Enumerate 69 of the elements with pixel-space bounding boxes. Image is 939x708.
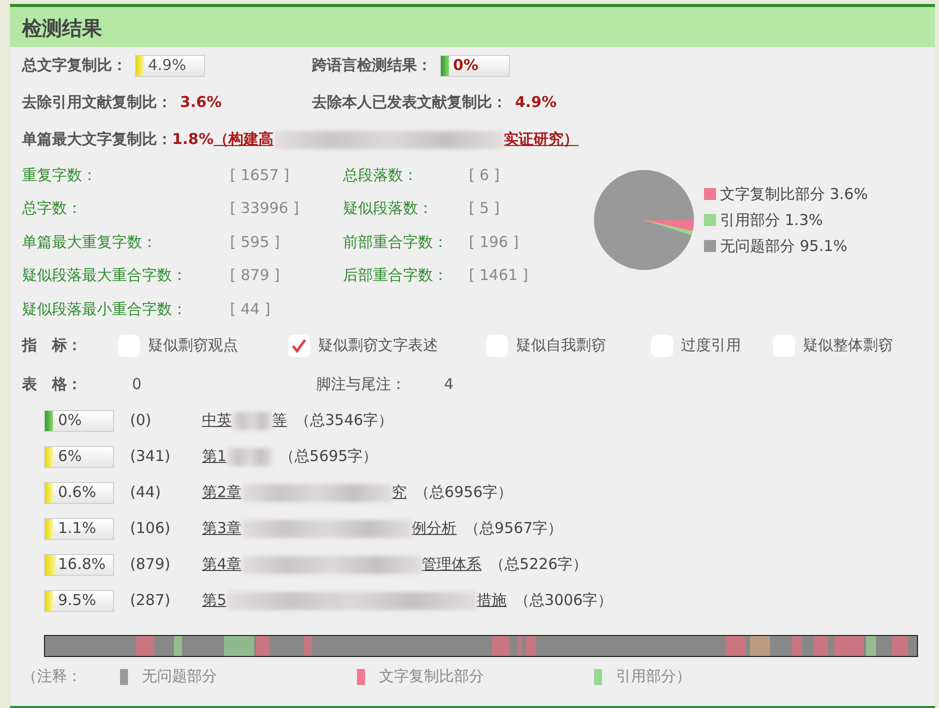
legend-label: 引用部分 1.3% (720, 210, 823, 231)
paragraph-count: (0) (130, 410, 152, 432)
legend-label: 文字复制比部分 (379, 666, 485, 688)
stat-value: [ 5 ] (468, 198, 500, 219)
progress-bar: 0.6% (44, 482, 114, 504)
section-total: （总3546字） (295, 410, 394, 432)
stat-value: [ 44 ] (230, 298, 270, 320)
progress-bar: 4.9% (135, 54, 205, 76)
paragraph-count: (879) (130, 554, 172, 576)
stat-value: [ 1461 ] (468, 265, 528, 286)
progress-bar: 6% (44, 446, 114, 468)
field-label: 去除本人已发表文献复制比： (312, 92, 507, 114)
field-label: 去除引用文献复制比： (22, 92, 172, 114)
field-label: 表 格： (22, 374, 83, 395)
checkbox-label: 疑似整体剽窃 (803, 335, 893, 356)
checkbox-label: 疑似剽窃文字表述 (318, 335, 438, 356)
checkbox-label: 疑似自我剽窃 (516, 335, 606, 356)
field-value: 4 (444, 374, 454, 395)
checkbox-label: 过度引用 (681, 335, 741, 356)
field-label: 跨语言检测结果： (312, 55, 432, 76)
legend-swatch (704, 188, 716, 200)
section-total: （总5695字） (280, 446, 378, 468)
legend-swatch (704, 214, 716, 226)
stat-label: 总段落数： (342, 164, 419, 186)
legend-label: 引用部分） (616, 666, 691, 688)
field-label: 指 标： (22, 335, 83, 356)
stat-label: 重复字数： (22, 164, 98, 186)
stat-label: 单篇最大重复字数： (22, 232, 158, 252)
section-total: （总5226字） (490, 554, 588, 576)
stat-label: 总字数： (22, 198, 83, 219)
progress-bar: 0% (44, 410, 114, 432)
stat-label: 后部重合字数： (342, 265, 449, 286)
stat-label: 疑似段落最大重合字数： (22, 265, 188, 286)
stat-value: [ 196 ] (468, 232, 519, 252)
panel-title: 检测结果 (10, 7, 935, 47)
paragraph-count: (44) (130, 482, 162, 504)
stat-label: 前部重合字数： (342, 232, 449, 252)
progress-bar: 9.5% (44, 590, 114, 612)
stat-label: 疑似段落数： (342, 198, 434, 219)
stat-label: 疑似段落最小重合字数： (22, 298, 188, 320)
progress-bar: 16.8% (44, 554, 114, 576)
paragraph-count: (106) (130, 518, 172, 540)
field-value: 0 (132, 374, 143, 395)
legend-label: 无问题部分 95.1% (720, 236, 848, 257)
paragraph-count: (341) (130, 446, 172, 468)
legend-label: 文字复制比部分 3.6% (720, 184, 868, 205)
field-label: 单篇最大文字复制比： (22, 129, 172, 150)
percent-value: 4.9% (515, 92, 557, 114)
field-label: 总文字复制比： (22, 55, 127, 76)
paragraph-count: (287) (130, 590, 172, 612)
field-label: 脚注与尾注： (316, 374, 407, 395)
checkbox[interactable] (288, 334, 310, 356)
legend-swatch (704, 240, 716, 252)
checkbox-label: 疑似剽窃观点 (148, 335, 238, 356)
section-total: （总9567字） (464, 518, 563, 540)
legend-label: 无问题部分 (142, 666, 218, 688)
stat-value: [ 6 ] (468, 164, 500, 186)
section-link[interactable]: 中英 等 (202, 409, 287, 432)
section-total: （总3006字） (514, 590, 613, 612)
section-total: （总6956字） (414, 482, 513, 504)
note-label: （注释： (22, 666, 83, 688)
stat-value: [ 33996 ] (230, 198, 299, 219)
progress-bar: 0% (440, 54, 510, 76)
percent-value: 1.8% (172, 129, 214, 150)
stat-value: [ 595 ] (230, 232, 280, 252)
percent-value: 3.6% (180, 92, 222, 114)
stat-value: [ 879 ] (230, 265, 280, 286)
progress-bar: 1.1% (44, 518, 114, 540)
stat-value: [ 1657 ] (230, 164, 290, 186)
